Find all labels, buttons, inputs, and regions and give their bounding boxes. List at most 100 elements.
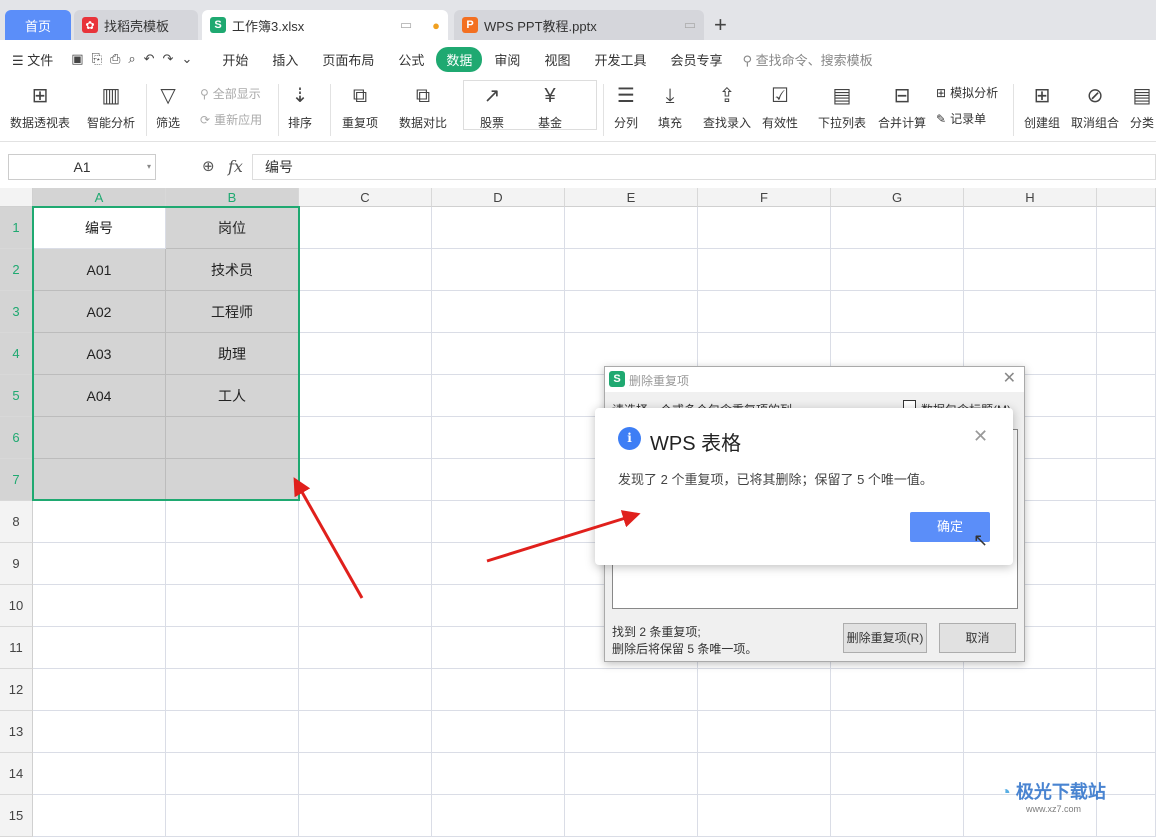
- cell[interactable]: A01: [33, 249, 166, 291]
- cell[interactable]: [299, 459, 432, 501]
- menu-member[interactable]: 会员专享: [658, 50, 734, 69]
- row-header[interactable]: 3: [0, 291, 33, 333]
- cell[interactable]: [698, 795, 831, 837]
- cell[interactable]: [565, 753, 698, 795]
- cell[interactable]: [166, 417, 299, 459]
- cell[interactable]: [432, 795, 565, 837]
- fx-icon[interactable]: fx: [228, 157, 243, 176]
- cell[interactable]: [33, 627, 166, 669]
- cell[interactable]: [1097, 249, 1156, 291]
- menu-view[interactable]: 视图: [532, 50, 582, 69]
- cell[interactable]: [698, 753, 831, 795]
- cell[interactable]: [565, 669, 698, 711]
- cell[interactable]: [299, 291, 432, 333]
- cell[interactable]: 编号: [33, 207, 166, 249]
- cell[interactable]: [1097, 459, 1156, 501]
- show-all-button[interactable]: ⚲ 全部显示: [200, 85, 261, 102]
- cell[interactable]: [1097, 333, 1156, 375]
- file-menu[interactable]: ☰ 文件: [0, 50, 65, 69]
- name-box[interactable]: A1 ▾: [8, 154, 156, 180]
- cell[interactable]: [1097, 375, 1156, 417]
- row-header[interactable]: 4: [0, 333, 33, 375]
- cell[interactable]: [1097, 543, 1156, 585]
- column-header[interactable]: B: [166, 188, 299, 207]
- column-header[interactable]: F: [698, 188, 831, 207]
- cell[interactable]: [698, 249, 831, 291]
- cell[interactable]: [1097, 501, 1156, 543]
- cell[interactable]: [166, 711, 299, 753]
- tab-workbook[interactable]: S 工作簿3.xlsx ▭ ●: [202, 10, 448, 40]
- filter-button[interactable]: ▽ 筛选: [156, 82, 180, 131]
- close-icon[interactable]: ✕: [973, 426, 988, 447]
- stock-button[interactable]: ↗ 股票: [480, 82, 504, 131]
- cell[interactable]: [432, 711, 565, 753]
- close-icon[interactable]: ✕: [1003, 368, 1016, 388]
- cell[interactable]: [33, 711, 166, 753]
- cell[interactable]: [964, 291, 1097, 333]
- cell[interactable]: [1097, 627, 1156, 669]
- column-header[interactable]: H: [964, 188, 1097, 207]
- cell[interactable]: [432, 417, 565, 459]
- cell[interactable]: [432, 249, 565, 291]
- cell[interactable]: [33, 417, 166, 459]
- cell[interactable]: 技术员: [166, 249, 299, 291]
- row-header[interactable]: 11: [0, 627, 33, 669]
- cell[interactable]: [166, 795, 299, 837]
- cancel-button[interactable]: 取消: [939, 623, 1016, 653]
- cell[interactable]: [432, 375, 565, 417]
- cell[interactable]: [565, 249, 698, 291]
- row-header[interactable]: 13: [0, 711, 33, 753]
- reapply-button[interactable]: ⟳ 重新应用: [200, 111, 262, 128]
- row-header[interactable]: 7: [0, 459, 33, 501]
- cell[interactable]: [964, 249, 1097, 291]
- cell[interactable]: [299, 333, 432, 375]
- cell[interactable]: [432, 627, 565, 669]
- cell[interactable]: [166, 585, 299, 627]
- cell[interactable]: [299, 207, 432, 249]
- new-tab-button[interactable]: +: [714, 12, 727, 38]
- cell[interactable]: [964, 669, 1097, 711]
- cell[interactable]: [432, 543, 565, 585]
- cell[interactable]: [698, 291, 831, 333]
- cell[interactable]: [432, 291, 565, 333]
- cell[interactable]: [831, 249, 964, 291]
- cell[interactable]: [831, 291, 964, 333]
- cell[interactable]: [698, 207, 831, 249]
- command-search[interactable]: ⚲ 查找命令、搜索模板: [742, 50, 872, 69]
- cell[interactable]: 助理: [166, 333, 299, 375]
- cell[interactable]: [33, 585, 166, 627]
- menu-data[interactable]: 数据: [436, 46, 483, 72]
- tab-home[interactable]: 首页: [5, 10, 71, 40]
- quick-access-icons[interactable]: ▣⎘⎙⌕↶↷⌄: [71, 51, 200, 67]
- zoom-icon[interactable]: ⊕: [202, 157, 215, 175]
- cell[interactable]: [299, 669, 432, 711]
- cell[interactable]: [299, 417, 432, 459]
- cell[interactable]: [166, 459, 299, 501]
- column-header[interactable]: G: [831, 188, 964, 207]
- cell[interactable]: [166, 753, 299, 795]
- pivot-button[interactable]: ⊞ 数据透视表: [10, 82, 70, 131]
- cell[interactable]: [299, 627, 432, 669]
- chevron-down-icon[interactable]: ▾: [147, 155, 151, 179]
- cell[interactable]: [432, 207, 565, 249]
- cell[interactable]: [964, 711, 1097, 753]
- cell[interactable]: [964, 207, 1097, 249]
- subtotal-button[interactable]: ▤ 分类: [1130, 82, 1154, 131]
- column-header[interactable]: C: [299, 188, 432, 207]
- fund-button[interactable]: ¥ 基金: [538, 82, 562, 131]
- dropdown-list-button[interactable]: ▤ 下拉列表: [818, 82, 866, 131]
- cell[interactable]: [299, 501, 432, 543]
- smart-analysis-button[interactable]: ▥ 智能分析: [87, 82, 135, 131]
- tab-ppt[interactable]: P WPS PPT教程.pptx ▭: [454, 10, 704, 40]
- validity-button[interactable]: ☑ 有效性: [762, 82, 798, 131]
- cell[interactable]: [299, 249, 432, 291]
- sort-button[interactable]: ⇣ 排序: [288, 82, 312, 131]
- cell[interactable]: [432, 501, 565, 543]
- ungroup-button[interactable]: ⊘ 取消组合: [1071, 82, 1119, 131]
- formula-input[interactable]: 编号: [252, 154, 1156, 180]
- cell[interactable]: [831, 753, 964, 795]
- cell[interactable]: [299, 543, 432, 585]
- select-all-corner[interactable]: [0, 188, 33, 207]
- cell[interactable]: [698, 669, 831, 711]
- cell[interactable]: [299, 711, 432, 753]
